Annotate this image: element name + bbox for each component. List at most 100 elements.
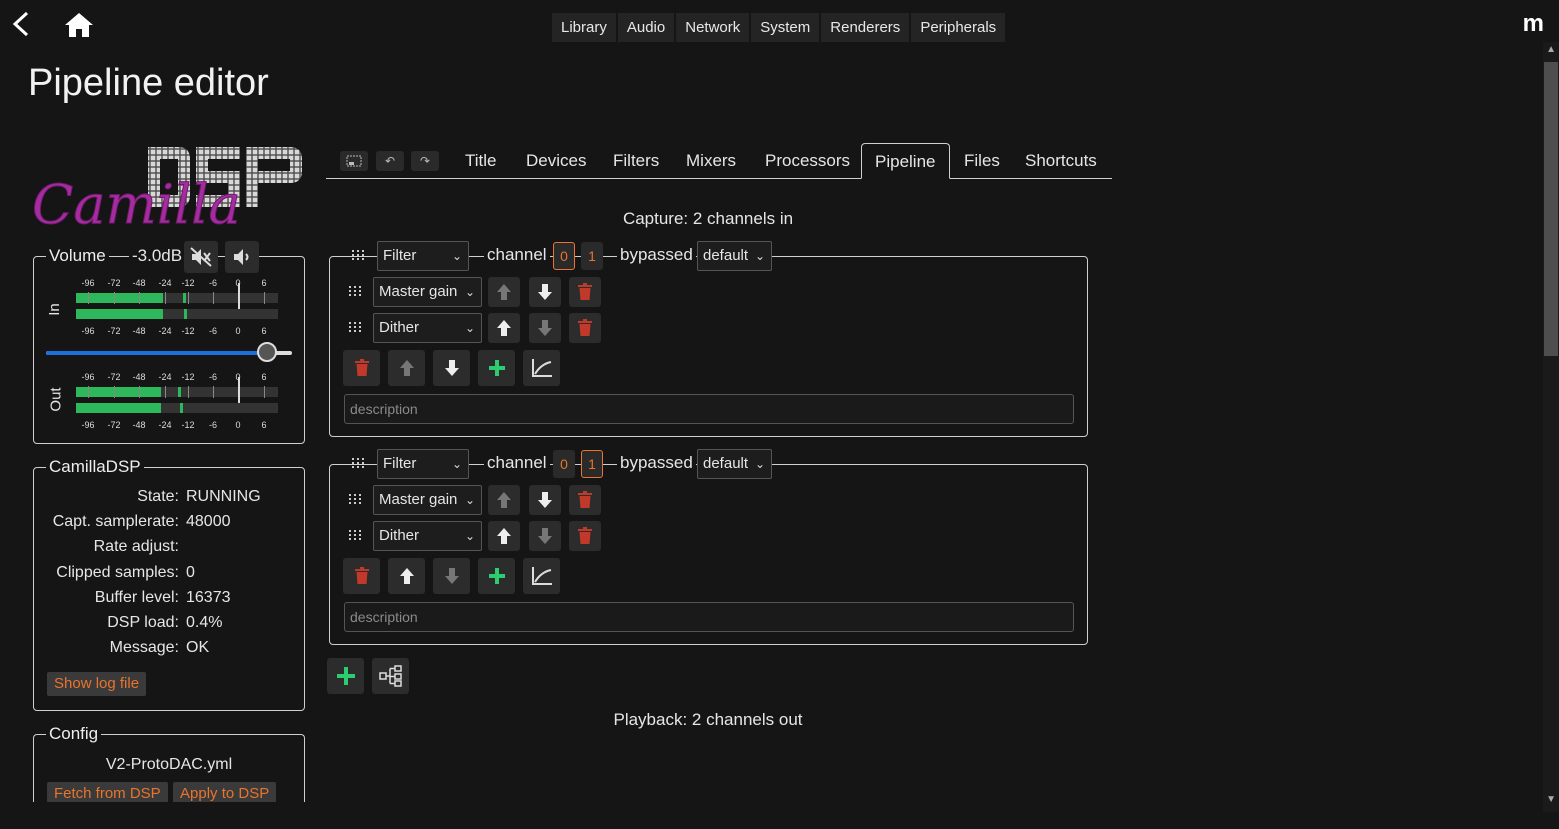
bypassed-label: bypassed bbox=[617, 245, 696, 265]
tab-pipeline[interactable]: Pipeline bbox=[861, 143, 950, 179]
add-step-button[interactable] bbox=[327, 658, 364, 694]
brand-logo[interactable]: m bbox=[1523, 10, 1544, 38]
bypassed-select[interactable]: default ⌄ bbox=[697, 241, 772, 271]
add-filter-button[interactable] bbox=[478, 558, 515, 594]
chevron-down-icon: ⌄ bbox=[451, 249, 462, 263]
pipeline-step: Filter ⌄ channel 0 1 bypassed default ⌄ Master g… bbox=[329, 241, 1088, 437]
drag-handle-icon[interactable] bbox=[351, 249, 365, 263]
step-delete-button[interactable] bbox=[343, 350, 380, 386]
filter-select[interactable]: Master gain ⌄ bbox=[373, 485, 482, 515]
channel-toggle-0[interactable]: 0 bbox=[553, 450, 575, 478]
filter-move-up-button[interactable] bbox=[488, 277, 520, 307]
filter-select[interactable]: Dither ⌄ bbox=[373, 521, 482, 551]
meter-tick-label: -12 bbox=[181, 372, 195, 382]
filter-drag-handle-icon[interactable] bbox=[348, 321, 362, 335]
status-row: State: RUNNING bbox=[34, 488, 304, 508]
camilladsp-logo: Camilla bbox=[30, 143, 310, 237]
filter-move-up-button[interactable] bbox=[488, 521, 520, 551]
out-scale-top: -96-72-48-24-12-606 bbox=[76, 372, 278, 382]
status-key: Rate adjust: bbox=[93, 538, 179, 556]
page-scrollbar[interactable]: ▲ ▼ bbox=[1543, 42, 1559, 812]
status-legend: CamillaDSP bbox=[46, 457, 144, 477]
channel-toggle-1[interactable]: 1 bbox=[581, 242, 603, 270]
meter-tick-label: -72 bbox=[107, 372, 121, 382]
filter-move-down-button[interactable] bbox=[529, 277, 561, 307]
plot-step-button[interactable] bbox=[523, 350, 560, 386]
step-description-input[interactable]: description bbox=[344, 394, 1074, 424]
tab-filters[interactable]: Filters bbox=[613, 151, 659, 171]
step-move-down-button[interactable] bbox=[433, 350, 470, 386]
nav-renderers[interactable]: Renderers bbox=[821, 13, 910, 42]
speaker-icon[interactable] bbox=[225, 241, 259, 273]
scroll-up-icon[interactable]: ▲ bbox=[1546, 44, 1556, 55]
nav-system[interactable]: System bbox=[751, 13, 820, 42]
scroll-thumb[interactable] bbox=[1544, 62, 1558, 356]
meter-tick-label: -12 bbox=[181, 326, 195, 336]
tab-mixers[interactable]: Mixers bbox=[686, 151, 736, 171]
nav-library[interactable]: Library bbox=[552, 13, 616, 42]
meter-tick-label: -72 bbox=[107, 420, 121, 430]
filter-move-down-button[interactable] bbox=[529, 485, 561, 515]
step-type-select[interactable]: Filter ⌄ bbox=[377, 449, 469, 479]
show-log-button[interactable]: Show log file bbox=[47, 672, 147, 696]
config-legend: Config bbox=[46, 724, 102, 744]
mute-icon[interactable] bbox=[184, 241, 218, 273]
filter-select[interactable]: Master gain ⌄ bbox=[373, 277, 482, 307]
tab-files[interactable]: Files bbox=[964, 151, 1000, 171]
back-icon[interactable] bbox=[10, 10, 32, 44]
filter-drag-handle-icon[interactable] bbox=[348, 285, 362, 299]
status-row: Buffer level: 16373 bbox=[34, 589, 304, 609]
capture-info: Capture: 2 channels in bbox=[622, 209, 794, 228]
nav-peripherals[interactable]: Peripherals bbox=[911, 13, 1006, 42]
drag-handle-icon[interactable] bbox=[351, 457, 365, 471]
config-filename: V2-ProtoDAC.yml bbox=[105, 756, 233, 773]
channel-toggle-0[interactable]: 0 bbox=[553, 242, 575, 270]
add-filter-button[interactable] bbox=[478, 350, 515, 386]
in-label: In bbox=[45, 303, 63, 316]
meter-tick-label: 6 bbox=[261, 372, 267, 382]
tab-processors[interactable]: Processors bbox=[765, 151, 850, 171]
status-value: 0 bbox=[186, 563, 195, 581]
status-panel: CamillaDSP State: RUNNING Capt. samplerate… bbox=[33, 457, 305, 711]
meter-tick-label: -72 bbox=[107, 278, 121, 288]
out-meter-left bbox=[76, 377, 278, 407]
bypassed-label: bypassed bbox=[617, 453, 696, 473]
tab-devices[interactable]: Devices bbox=[526, 151, 586, 171]
filter-move-down-button[interactable] bbox=[529, 313, 561, 343]
bypassed-select[interactable]: default ⌄ bbox=[697, 449, 772, 479]
filter-drag-handle-icon[interactable] bbox=[348, 493, 362, 507]
meter-tick-label: 6 bbox=[261, 326, 267, 336]
step-move-down-button[interactable] bbox=[433, 558, 470, 594]
step-move-up-button[interactable] bbox=[388, 350, 425, 386]
channel-toggle-1[interactable]: 1 bbox=[581, 450, 603, 478]
nav-network[interactable]: Network bbox=[676, 13, 750, 42]
plot-step-button[interactable] bbox=[523, 558, 560, 594]
filter-move-up-button[interactable] bbox=[488, 313, 520, 343]
meter-tick-label: -72 bbox=[107, 326, 121, 336]
status-key: State: bbox=[137, 488, 179, 505]
nav-audio[interactable]: Audio bbox=[617, 13, 675, 42]
filter-drag-handle-icon[interactable] bbox=[348, 529, 362, 543]
filter-move-down-button[interactable] bbox=[529, 521, 561, 551]
filter-delete-button[interactable] bbox=[569, 485, 601, 515]
scroll-down-icon[interactable]: ▼ bbox=[1546, 794, 1556, 805]
tab-title[interactable]: Title bbox=[465, 151, 497, 171]
filter-select[interactable]: Dither ⌄ bbox=[373, 313, 482, 343]
filter-delete-button[interactable] bbox=[569, 277, 601, 307]
filter-delete-button[interactable] bbox=[569, 521, 601, 551]
tab-shortcuts[interactable]: Shortcuts bbox=[1025, 151, 1097, 171]
meter-tick-label: -24 bbox=[158, 420, 172, 430]
step-move-up-button[interactable] bbox=[388, 558, 425, 594]
filter-delete-button[interactable] bbox=[569, 313, 601, 343]
chevron-down-icon: ⌄ bbox=[754, 457, 765, 471]
svg-text:Camilla: Camilla bbox=[32, 173, 241, 233]
step-type-select[interactable]: Filter ⌄ bbox=[377, 241, 469, 271]
volume-slider-handle[interactable] bbox=[257, 342, 278, 362]
meter-tick-label: -6 bbox=[208, 420, 218, 430]
step-description-input[interactable]: description bbox=[344, 602, 1074, 632]
step-delete-button[interactable] bbox=[343, 558, 380, 594]
filter-move-up-button[interactable] bbox=[488, 485, 520, 515]
volume-slider[interactable] bbox=[46, 342, 292, 362]
home-icon[interactable] bbox=[64, 12, 94, 44]
pipeline-graph-button[interactable] bbox=[372, 658, 409, 694]
